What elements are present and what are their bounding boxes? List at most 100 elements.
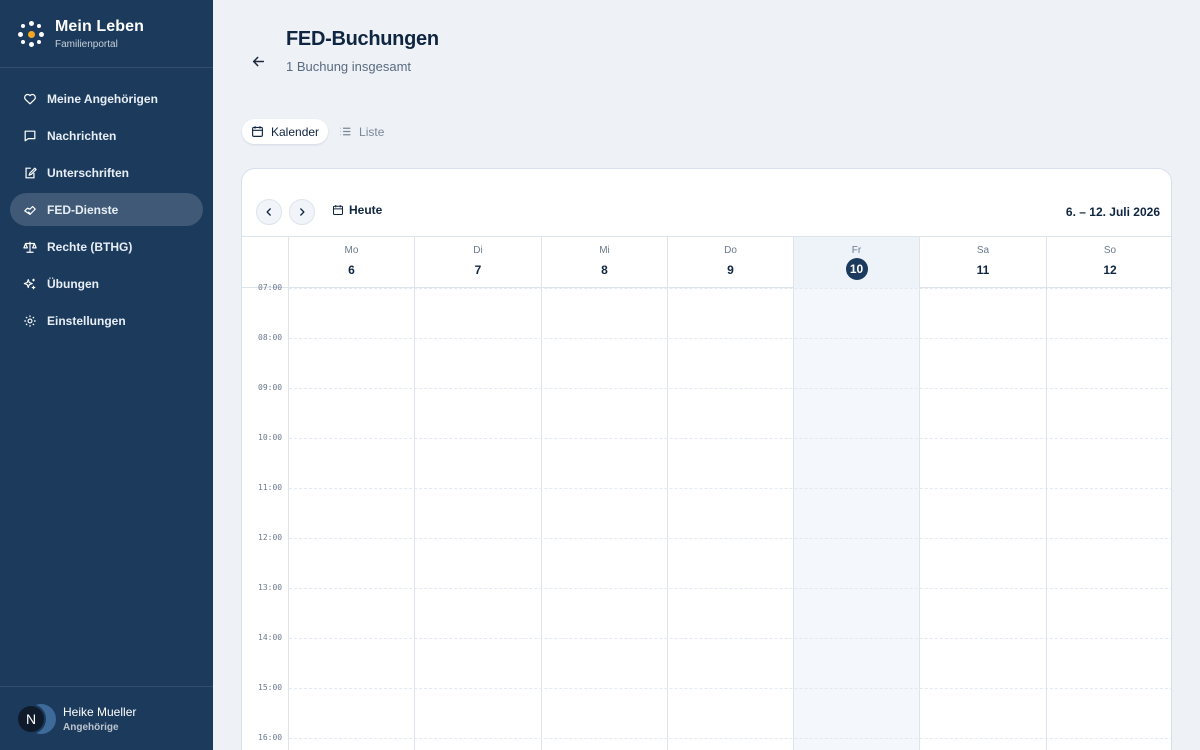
handshake-icon (23, 203, 37, 217)
logo-icon (18, 20, 44, 47)
day-column[interactable] (1046, 288, 1171, 750)
calendar: Heute 6. – 12. Juli 2026 Mo 6 Di 7 Mi 8 … (241, 168, 1172, 750)
day-number: 8 (601, 263, 608, 277)
sidebar-item-label: Unterschriften (47, 165, 130, 180)
tab-liste-label: Liste (359, 124, 385, 139)
calendar-header: Mo 6 Di 7 Mi 8 Do 9 Fr 10 Sa 11 So 12 (242, 236, 1171, 288)
day-header-fr[interactable]: Fr 10 (793, 237, 919, 288)
day-header-do[interactable]: Do 9 (667, 237, 793, 288)
hour-label: 11:00 (258, 483, 283, 492)
day-header-mo[interactable]: Mo 6 (288, 237, 414, 288)
sidebar-item-label: Übungen (47, 276, 99, 291)
hour-gridline (289, 388, 1171, 389)
page-subtitle: 1 Buchung insgesamt (286, 59, 412, 74)
hour-gridline (289, 588, 1171, 589)
calendar-grid: 07:00 08:00 09:00 10:00 11:00 12:00 13:0… (242, 283, 1171, 750)
day-column-today[interactable] (793, 288, 919, 750)
prev-week-button[interactable] (256, 199, 282, 225)
sidebar: Mein Leben Familienportal Meine Angehöri… (0, 0, 213, 750)
user-role: Angehörige (63, 721, 119, 733)
hour-gridline (289, 338, 1171, 339)
hour-gridline (289, 488, 1171, 489)
day-header-mi[interactable]: Mi 8 (541, 237, 667, 288)
scale-icon (23, 240, 37, 254)
message-icon (23, 129, 37, 143)
hour-label: 10:00 (258, 433, 283, 442)
calendar-icon (332, 205, 344, 216)
date-range: 6. – 12. Juli 2026 (1065, 205, 1160, 219)
hour-gridline (289, 688, 1171, 689)
main-content: FED-Buchungen 1 Buchung insgesamt Kalend… (213, 0, 1200, 750)
day-number: 12 (1103, 263, 1117, 277)
day-number: 6 (348, 263, 355, 277)
chevron-left-icon (266, 208, 271, 216)
brand[interactable]: Mein Leben Familienportal (0, 0, 213, 68)
day-number-today: 10 (845, 258, 868, 280)
day-abbr: Mo (344, 245, 359, 256)
brand-subtitle: Familienportal (55, 38, 118, 50)
hour-gridline (289, 438, 1171, 439)
hour-label: 12:00 (258, 533, 283, 542)
sidebar-nav: Meine Angehörigen Nachrichten Unterschri… (0, 68, 213, 337)
day-header-di[interactable]: Di 7 (414, 237, 541, 288)
view-toggle: Kalender Liste (242, 119, 393, 144)
hour-gridline (289, 638, 1171, 639)
day-abbr: Di (473, 245, 483, 256)
sidebar-item-label: FED-Dienste (47, 202, 119, 217)
day-header-so[interactable]: So 12 (1046, 237, 1171, 288)
sidebar-item-label: Rechte (BTHG) (47, 239, 133, 254)
hour-label: 14:00 (258, 633, 283, 642)
hour-gridline (289, 538, 1171, 539)
hour-label: 08:00 (258, 333, 283, 342)
day-number: 7 (474, 263, 482, 277)
hour-gridline (289, 288, 1171, 289)
day-header-sa[interactable]: Sa 11 (919, 237, 1046, 288)
sidebar-item-label: Meine Angehörigen (47, 91, 158, 106)
tab-kalender[interactable]: Kalender (242, 119, 329, 144)
day-column[interactable] (919, 288, 1046, 750)
tab-kalender-label: Kalender (271, 124, 320, 139)
sparkles-icon (23, 277, 37, 291)
day-abbr: Fr (851, 245, 862, 256)
hour-label: 16:00 (258, 733, 283, 742)
hour-label: 15:00 (258, 683, 283, 692)
user-name: Heike Mueller (63, 704, 137, 719)
heart-icon (23, 92, 37, 106)
day-column[interactable] (541, 288, 667, 750)
signature-icon (23, 166, 37, 180)
sidebar-item-label: Nachrichten (47, 128, 117, 143)
list-icon (340, 127, 351, 136)
sidebar-item-einstellungen[interactable]: Einstellungen (10, 304, 203, 337)
day-number: 11 (976, 263, 990, 277)
calendar-icon (252, 126, 263, 137)
today-button[interactable]: Heute (332, 203, 382, 217)
brand-name: Mein Leben (55, 17, 145, 35)
day-abbr: Sa (976, 245, 990, 256)
sidebar-item-fed-dienste[interactable]: FED-Dienste (10, 193, 203, 226)
hour-label: 09:00 (258, 383, 283, 392)
calendar-toolbar: Heute 6. – 12. Juli 2026 (242, 169, 1171, 236)
avatar: N (16, 703, 56, 734)
hour-label: 13:00 (258, 583, 283, 592)
sidebar-item-nachrichten[interactable]: Nachrichten (10, 119, 203, 152)
next-week-button[interactable] (289, 199, 315, 225)
day-abbr: So (1103, 245, 1117, 256)
sidebar-item-unterschriften[interactable]: Unterschriften (10, 156, 203, 189)
hour-label: 07:00 (258, 283, 283, 292)
sidebar-item-uebungen[interactable]: Übungen (10, 267, 203, 300)
sidebar-item-meine-angehoerigen[interactable]: Meine Angehörigen (10, 82, 203, 115)
tab-liste[interactable]: Liste (330, 119, 393, 144)
chevron-right-icon (300, 208, 305, 216)
user-profile[interactable]: N Heike Mueller Angehörige (0, 686, 213, 750)
page-title: FED-Buchungen (286, 28, 439, 50)
day-number: 9 (727, 263, 734, 277)
day-column[interactable] (667, 288, 793, 750)
day-column[interactable] (288, 288, 414, 750)
day-column[interactable] (414, 288, 541, 750)
gear-icon (23, 314, 37, 328)
arrow-left-icon (252, 56, 264, 66)
day-abbr: Mi (599, 245, 610, 256)
hour-gridline (289, 738, 1171, 739)
sidebar-item-rechte-bthg[interactable]: Rechte (BTHG) (10, 230, 203, 263)
back-button[interactable] (247, 50, 269, 72)
